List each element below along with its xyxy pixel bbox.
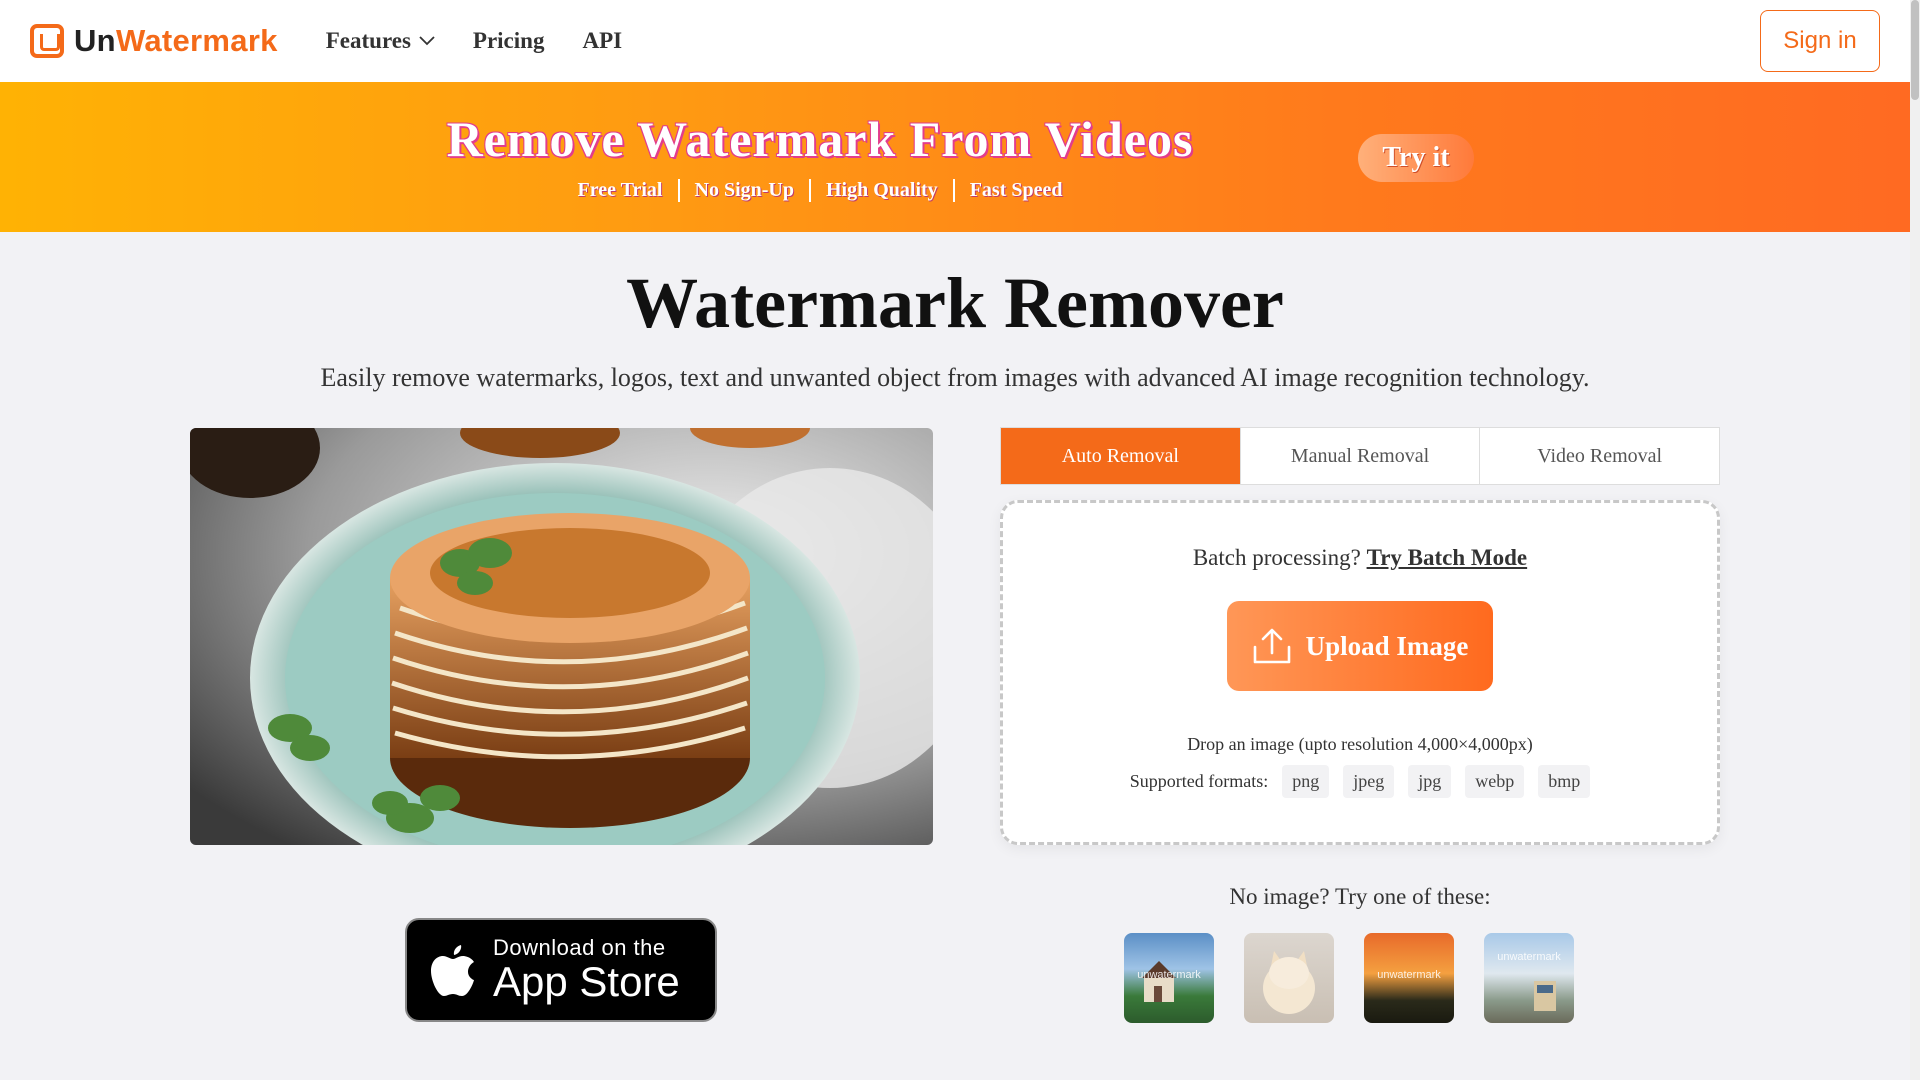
format-chip: bmp xyxy=(1538,765,1591,798)
banner-tag: High Quality xyxy=(808,179,953,202)
upload-image-button[interactable]: Upload Image xyxy=(1227,601,1493,691)
logo-text-un: Un xyxy=(74,23,116,58)
app-store-big-text: App Store xyxy=(493,958,680,1005)
sample-watermark-text: unwatermark xyxy=(1377,969,1441,981)
page-title: Watermark Remover xyxy=(626,263,1284,343)
sample-house[interactable]: unwatermark xyxy=(1124,933,1214,1023)
sign-in-button[interactable]: Sign in xyxy=(1760,10,1880,72)
logo-text: UnWatermark xyxy=(74,23,278,59)
formats-label: Supported formats: xyxy=(1129,771,1269,791)
scrollbar-thumb[interactable] xyxy=(1911,0,1919,100)
train-thumbnail xyxy=(1534,981,1556,1011)
banner-tags: Free Trial No Sign-Up High Quality Fast … xyxy=(0,179,1640,202)
sample-sunset[interactable]: unwatermark xyxy=(1364,933,1454,1023)
banner-tag: Fast Speed xyxy=(952,179,1078,202)
apple-icon xyxy=(431,945,474,996)
removal-mode-tabs: Auto Removal Manual Removal Video Remova… xyxy=(1000,427,1720,485)
upload-dropzone[interactable]: Batch processing? Try Batch Mode Upload … xyxy=(1000,500,1720,845)
tab-video-removal[interactable]: Video Removal xyxy=(1479,428,1719,484)
hero-image xyxy=(190,428,933,845)
sample-watermark-text: unwatermark xyxy=(1497,951,1561,963)
banner-tag: No Sign-Up xyxy=(677,179,809,202)
logo-icon xyxy=(30,24,64,58)
banner-tag: Free Trial xyxy=(577,179,663,201)
supported-formats: Supported formats: png jpeg jpg webp bmp xyxy=(1003,765,1717,798)
format-chip: jpeg xyxy=(1343,765,1395,798)
sample-images: unwatermark unwatermark unwatermark xyxy=(1124,933,1574,1023)
app-store-small-text: Download on the xyxy=(493,935,666,960)
try-batch-mode-link[interactable]: Try Batch Mode xyxy=(1367,545,1528,570)
sample-watermark-text: unwatermark xyxy=(1137,969,1201,981)
scrollbar[interactable] xyxy=(1910,0,1920,1080)
sample-train[interactable]: unwatermark xyxy=(1484,933,1574,1023)
chevron-down-icon xyxy=(419,36,435,46)
format-chip: png xyxy=(1282,765,1330,798)
page-subtitle: Easily remove watermarks, logos, text an… xyxy=(320,363,1590,392)
nav-pricing[interactable]: Pricing xyxy=(473,28,545,54)
try-it-button[interactable]: Try it xyxy=(1358,134,1474,182)
pancakes-illustration xyxy=(190,428,933,845)
batch-prompt: Batch processing? Try Batch Mode xyxy=(1003,545,1717,571)
top-navbar: UnWatermark Features Pricing API Sign in xyxy=(0,0,1910,83)
app-store-badge[interactable]: Download on the App Store xyxy=(405,918,717,1022)
batch-prompt-text: Batch processing? xyxy=(1192,545,1361,570)
tab-manual-removal[interactable]: Manual Removal xyxy=(1239,428,1480,484)
upload-icon xyxy=(1253,628,1290,664)
main-nav: Features Pricing API xyxy=(326,28,622,54)
app-store-text: Download on the App Store xyxy=(493,936,680,1004)
cat-thumbnail xyxy=(1263,951,1315,1014)
nav-features-label: Features xyxy=(325,28,411,53)
drop-instructions: Drop an image (upto resolution 4,000×4,0… xyxy=(1187,734,1533,754)
nav-features[interactable]: Features xyxy=(326,28,435,54)
logo-text-watermark: Watermark xyxy=(115,23,278,58)
logo[interactable]: UnWatermark xyxy=(30,23,278,59)
tab-auto-removal[interactable]: Auto Removal xyxy=(1001,428,1240,484)
upload-image-label: Upload Image xyxy=(1305,630,1469,661)
sample-cat[interactable] xyxy=(1244,933,1334,1023)
format-chip: webp xyxy=(1465,765,1525,798)
format-chip: jpg xyxy=(1408,765,1452,798)
promo-banner[interactable]: Remove Watermark From Videos Free Trial … xyxy=(0,82,1910,232)
nav-api[interactable]: API xyxy=(582,28,622,54)
samples-title: No image? Try one of these: xyxy=(1229,884,1491,909)
